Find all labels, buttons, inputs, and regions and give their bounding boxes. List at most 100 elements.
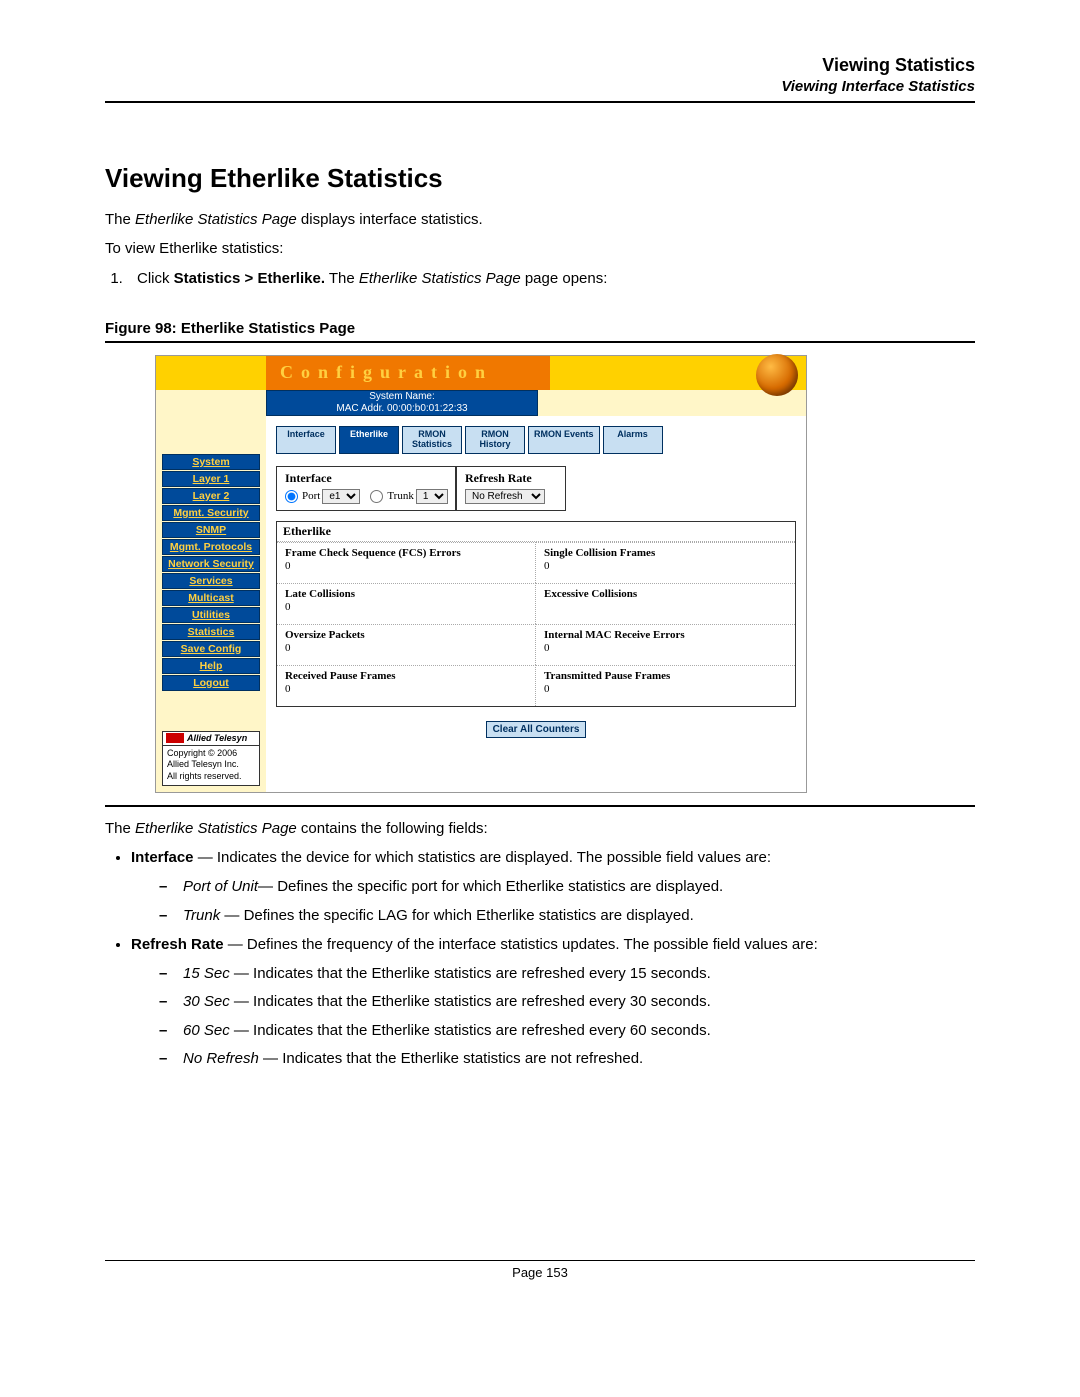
brand-row: Allied Telesyn <box>163 732 259 746</box>
refresh-panel: Refresh Rate No Refresh <box>456 466 566 511</box>
app-titlebar: Configuration <box>156 356 806 390</box>
field-interface: Interface — Indicates the device for whi… <box>131 846 975 927</box>
sidebar-item-system[interactable]: System <box>162 454 260 470</box>
page-number: Page 153 <box>105 1265 975 1280</box>
text-bold: Refresh Rate <box>131 936 224 953</box>
etherlike-section: Etherlike Frame Check Sequence (FCS) Err… <box>276 521 796 707</box>
figure-rule-top <box>105 341 975 343</box>
brand-logo-icon <box>166 733 184 743</box>
text: contains the following fields: <box>297 820 488 837</box>
fields-intro: The Etherlike Statistics Page contains t… <box>105 817 975 840</box>
field-refresh-none: No Refresh — Indicates that the Etherlik… <box>159 1047 975 1070</box>
sidebar-item-logout[interactable]: Logout <box>162 675 260 691</box>
copyright-box: Allied Telesyn Copyright © 2006 Allied T… <box>162 731 260 786</box>
sysinfo-cell: System Name: MAC Addr. 00:00:b0:01:22:33 <box>266 390 538 416</box>
port-select[interactable]: e1 <box>322 489 360 504</box>
stat-name: Late Collisions <box>285 588 527 600</box>
sidebar-item-snmp[interactable]: SNMP <box>162 522 260 538</box>
stat-cell: Transmitted Pause Frames 0 <box>536 665 795 706</box>
field-interface-trunk: Trunk — Defines the specific LAG for whi… <box>159 904 975 927</box>
content-area: Interface Etherlike RMON Statistics RMON… <box>266 416 806 756</box>
text-italic: Etherlike Statistics Page <box>135 211 297 228</box>
sidebar-item-layer-2[interactable]: Layer 2 <box>162 488 260 504</box>
port-label: Port <box>302 490 320 502</box>
tab-rmon-events[interactable]: RMON Events <box>528 426 600 454</box>
copyright-line1: Copyright © 2006 <box>167 748 255 759</box>
text-bold: Statistics > Etherlike. <box>174 270 325 287</box>
sidebar-item-services[interactable]: Services <box>162 573 260 589</box>
trunk-label: Trunk <box>387 490 414 502</box>
tab-interface[interactable]: Interface <box>276 426 336 454</box>
sysinfo-left <box>156 390 266 416</box>
tab-line1: RMON <box>418 429 446 439</box>
step-1: Click Statistics > Etherlike. The Etherl… <box>127 267 975 290</box>
stat-name: Frame Check Sequence (FCS) Errors <box>285 547 527 559</box>
copyright-line3: All rights reserved. <box>167 771 255 782</box>
stat-name: Single Collision Frames <box>544 547 787 559</box>
figure-rule-bottom <box>105 805 975 807</box>
stat-value: 0 <box>285 683 527 695</box>
trunk-select[interactable]: 1 <box>416 489 448 504</box>
stat-value: 0 <box>285 601 527 613</box>
stat-value: 0 <box>285 642 527 654</box>
stat-cell: Excessive Collisions <box>536 583 795 624</box>
intro-block: The Etherlike Statistics Page displays i… <box>105 208 975 290</box>
text: The <box>105 211 135 228</box>
field-interface-port: Port of Unit— Defines the specific port … <box>159 875 975 898</box>
text-italic: Etherlike Statistics Page <box>135 820 297 837</box>
tab-alarms[interactable]: Alarms <box>603 426 663 454</box>
stat-cell: Received Pause Frames 0 <box>277 665 536 706</box>
tab-rmon-history[interactable]: RMON History <box>465 426 525 454</box>
sidebar-item-network-security[interactable]: Network Security <box>162 556 260 572</box>
system-name-label: System Name: <box>267 391 537 403</box>
tab-etherlike[interactable]: Etherlike <box>339 426 399 454</box>
clear-all-counters-button[interactable]: Clear All Counters <box>486 721 587 738</box>
interface-label: Interface <box>285 471 447 486</box>
stat-cell: Internal MAC Receive Errors 0 <box>536 624 795 665</box>
text: — Defines the frequency of the interface… <box>224 936 818 953</box>
text: — Defines the specific LAG for which Eth… <box>220 907 694 924</box>
header-rule <box>105 101 975 103</box>
controls-row: Interface Port e1 Trunk <box>276 466 796 511</box>
text: displays interface statistics. <box>297 211 483 228</box>
sidebar-item-multicast[interactable]: Multicast <box>162 590 260 606</box>
text: — Indicates that the Etherlike statistic… <box>230 993 711 1010</box>
mac-address: MAC Addr. 00:00:b0:01:22:33 <box>267 403 537 415</box>
trunk-radio[interactable] <box>370 490 383 503</box>
stat-name: Transmitted Pause Frames <box>544 670 787 682</box>
sidebar-item-utilities[interactable]: Utilities <box>162 607 260 623</box>
text-italic: 60 Sec <box>183 1022 230 1039</box>
field-refresh-30s: 30 Sec — Indicates that the Etherlike st… <box>159 990 975 1013</box>
intro-p1: The Etherlike Statistics Page displays i… <box>105 208 975 231</box>
stat-name: Internal MAC Receive Errors <box>544 629 787 641</box>
figure-caption: Figure 98: Etherlike Statistics Page <box>105 320 975 337</box>
text: The <box>325 270 359 287</box>
tabs: Interface Etherlike RMON Statistics RMON… <box>276 426 796 454</box>
app-title: Configuration <box>266 356 550 390</box>
port-radio[interactable] <box>285 490 298 503</box>
tab-line2: History <box>479 439 510 449</box>
field-refresh-60s: 60 Sec — Indicates that the Etherlike st… <box>159 1019 975 1042</box>
sidebar-item-layer-1[interactable]: Layer 1 <box>162 471 260 487</box>
sidebar-item-statistics[interactable]: Statistics <box>162 624 260 640</box>
fields-description: The Etherlike Statistics Page contains t… <box>105 817 975 1070</box>
sidebar-item-save-config[interactable]: Save Config <box>162 641 260 657</box>
topbar-left <box>156 356 266 390</box>
sidebar-item-mgmt-protocols[interactable]: Mgmt. Protocols <box>162 539 260 555</box>
sysinfo-bar: System Name: MAC Addr. 00:00:b0:01:22:33 <box>156 390 806 416</box>
stat-name: Oversize Packets <box>285 629 527 641</box>
text-italic: Trunk <box>183 907 220 924</box>
text-bold: Interface <box>131 849 194 866</box>
sidebar-item-help[interactable]: Help <box>162 658 260 674</box>
refresh-select[interactable]: No Refresh <box>465 489 545 504</box>
text: — Indicates that the Etherlike statistic… <box>259 1050 643 1067</box>
sidebar-item-mgmt-security[interactable]: Mgmt. Security <box>162 505 260 521</box>
refresh-label: Refresh Rate <box>465 471 557 486</box>
text-italic: No Refresh <box>183 1050 259 1067</box>
stat-cell: Single Collision Frames 0 <box>536 542 795 583</box>
stat-value: 0 <box>544 642 787 654</box>
copyright-line2: Allied Telesyn Inc. <box>167 759 255 770</box>
stat-cell: Frame Check Sequence (FCS) Errors 0 <box>277 542 536 583</box>
text: page opens: <box>521 270 608 287</box>
tab-rmon-statistics[interactable]: RMON Statistics <box>402 426 462 454</box>
